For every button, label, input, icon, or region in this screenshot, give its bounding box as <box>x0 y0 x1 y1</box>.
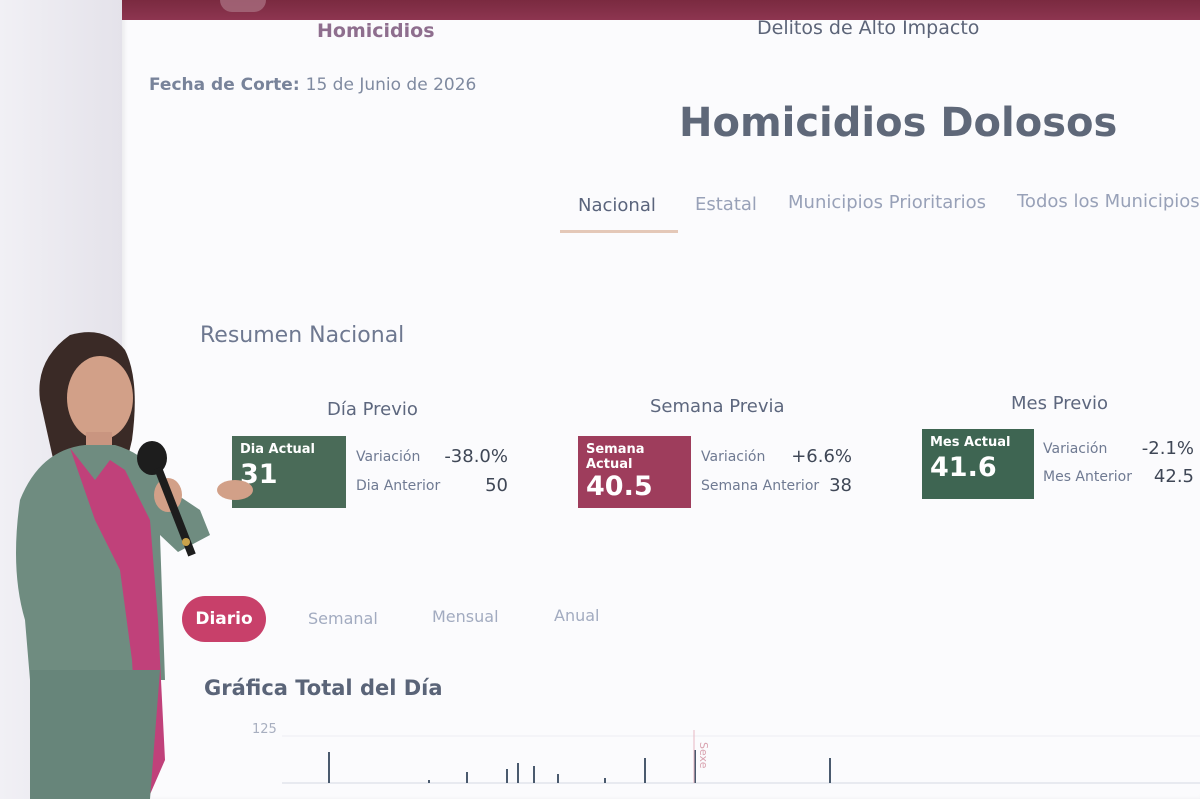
card-day-variation-label: Variación <box>356 449 421 465</box>
chart-bar <box>428 780 430 783</box>
cutoff-date-value: 15 de Junio de 2026 <box>305 75 477 95</box>
chart-bar <box>506 769 508 783</box>
active-tab-underline <box>560 230 678 233</box>
daily-chart: Sexe <box>282 730 1200 784</box>
card-month-variation-label: Variación <box>1043 441 1108 457</box>
chart-bar <box>517 763 519 783</box>
period-tab-mensual[interactable]: Mensual <box>432 607 499 626</box>
card-day-variation-value: -38.0% <box>444 446 508 467</box>
card-month-title: Mes Previo <box>1011 393 1108 414</box>
card-month-box: Mes Actual 41.6 <box>922 429 1034 499</box>
card-month-previous-value: 42.5 <box>1153 466 1194 487</box>
chart-bar <box>644 758 646 783</box>
header-left-title[interactable]: Homicidios <box>317 20 435 42</box>
tab-estatal[interactable]: Estatal <box>695 194 757 215</box>
chart-bar <box>829 758 831 783</box>
chart-bar <box>466 772 468 783</box>
card-week-previous-value: 38 <box>829 475 852 496</box>
government-emblem-icon <box>220 0 266 12</box>
presenter <box>16 332 253 799</box>
card-week-variation-value: +6.6% <box>791 446 852 467</box>
header-center-title[interactable]: Delitos de Alto Impacto <box>757 17 979 39</box>
chart-bar <box>533 766 535 783</box>
card-day-previous-value: 50 <box>485 475 508 496</box>
chart-marker-label: Sexe <box>697 742 710 769</box>
card-month-box-label: Mes Actual <box>930 435 1011 450</box>
card-week-box-label: Semana Actual <box>586 442 645 472</box>
card-day-title: Día Previo <box>327 399 418 420</box>
card-week-box: Semana Actual 40.5 <box>578 436 691 508</box>
chart-bar <box>557 774 559 783</box>
card-week-title: Semana Previa <box>650 396 785 417</box>
card-day-previous-label: Dia Anterior <box>356 478 441 494</box>
card-month-previous-label: Mes Anterior <box>1043 469 1132 485</box>
dashboard-screen: Homicidios Delitos de Alto Impacto Fecha… <box>122 0 1200 799</box>
cutoff-date: Fecha de Corte: 15 de Junio de 2026 <box>149 75 476 95</box>
card-week-box-value: 40.5 <box>586 471 653 502</box>
card-month-variation-value: -2.1% <box>1141 438 1194 459</box>
page-title: Homicidios Dolosos <box>679 100 1118 146</box>
cutoff-date-label: Fecha de Corte: <box>149 75 300 95</box>
tab-nacional[interactable]: Nacional <box>578 195 656 216</box>
card-month-box-value: 41.6 <box>930 452 997 483</box>
card-week-variation-label: Variación <box>701 449 766 465</box>
chart-bar <box>604 778 606 783</box>
tab-todos-los-municipios[interactable]: Todos los Municipios <box>1017 191 1200 212</box>
period-tab-semanal[interactable]: Semanal <box>308 609 378 628</box>
top-bar <box>122 0 1200 20</box>
tab-municipios-prioritarios[interactable]: Municipios Prioritarios <box>788 192 986 213</box>
period-tab-anual[interactable]: Anual <box>554 606 599 625</box>
chart-bar <box>328 752 330 783</box>
